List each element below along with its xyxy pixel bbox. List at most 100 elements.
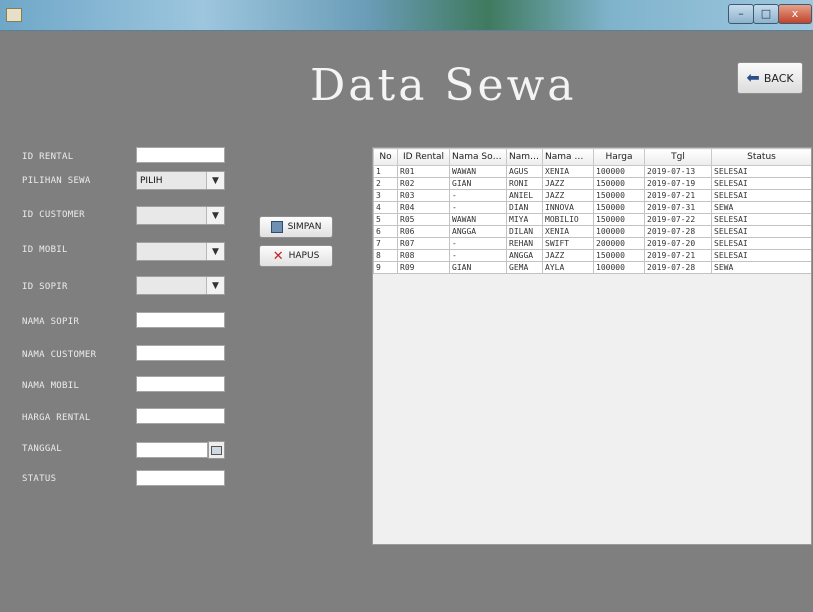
table-cell[interactable]: AYLA	[542, 261, 594, 274]
table-row[interactable]: 3 R03- ANIEL JAZZ 150000 2019-07-21 SELESAI	[373, 189, 811, 202]
table-cell[interactable]: ANGGA	[449, 225, 507, 238]
back-button[interactable]: ⬅ BACK	[737, 62, 803, 94]
column-header[interactable]: Nama Sopir	[449, 148, 507, 166]
table-row[interactable]: 6 R06 ANGGA DILAN XENIA 100000 2019-07-28 SELES…	[373, 225, 811, 238]
table-cell[interactable]: JAZZ	[542, 249, 594, 262]
table-row[interactable]: 2 R02 GIAN RONI JAZZ 150000 2019-07-19 SELESAI	[373, 177, 811, 190]
table-cell[interactable]: R08	[397, 249, 450, 262]
nama-mobil-field[interactable]	[136, 376, 225, 392]
table-cell[interactable]: 2019-07-28	[644, 225, 712, 238]
table-cell[interactable]: 2019-07-13	[644, 165, 712, 178]
table-cell[interactable]: INNOVA	[542, 201, 594, 214]
table-cell[interactable]: 150000	[593, 249, 645, 262]
table-cell[interactable]: SEWA	[711, 201, 811, 214]
table-cell[interactable]: AGUS	[506, 165, 543, 178]
table-cell[interactable]: SEWA	[711, 261, 811, 274]
table-cell[interactable]: SELESAI	[711, 213, 811, 226]
table-cell[interactable]: ANIEL	[506, 189, 543, 202]
table-row[interactable]: 7 R07- REHAN SWIFT 200000 2019-07-20 SELESAI	[373, 237, 811, 250]
column-header[interactable]: Nama ...	[506, 148, 543, 166]
calendar-button[interactable]	[208, 441, 225, 459]
table-cell[interactable]: XENIA	[542, 225, 594, 238]
table-cell[interactable]: 1	[373, 165, 398, 178]
table-cell[interactable]: REHAN	[506, 237, 543, 250]
table-cell[interactable]: WAWAN	[449, 213, 507, 226]
table-cell[interactable]: -	[449, 201, 507, 214]
table-row[interactable]: 9 R09 GIAN GEMA AYLA 100000 2019-07-28 SEWA	[373, 261, 811, 274]
table-row[interactable]: 4 R04- DIAN INNOVA 150000 2019-07-31 SEWA	[373, 201, 811, 214]
table-cell[interactable]: 2019-07-22	[644, 213, 712, 226]
chevron-down-icon[interactable]: ▼	[206, 172, 224, 189]
table-cell[interactable]: SELESAI	[711, 249, 811, 262]
table-cell[interactable]: R02	[397, 177, 450, 190]
table-cell[interactable]: MOBILIO	[542, 213, 594, 226]
table-cell[interactable]: R05	[397, 213, 450, 226]
table-cell[interactable]: 9	[373, 261, 398, 274]
column-header[interactable]: Tgl	[644, 148, 712, 166]
column-header[interactable]: Nama Mobil	[542, 148, 594, 166]
table-cell[interactable]: R04	[397, 201, 450, 214]
table-cell[interactable]: DIAN	[506, 201, 543, 214]
table-cell[interactable]: WAWAN	[449, 165, 507, 178]
table-cell[interactable]: 2019-07-28	[644, 261, 712, 274]
column-header[interactable]: Harga	[593, 148, 645, 166]
simpan-button[interactable]: SIMPAN	[259, 216, 333, 238]
table-cell[interactable]: SELESAI	[711, 237, 811, 250]
table-cell[interactable]: SELESAI	[711, 165, 811, 178]
status-field[interactable]	[136, 470, 225, 486]
id-customer-dropdown[interactable]: ▼	[136, 206, 225, 225]
table-cell[interactable]: 100000	[593, 165, 645, 178]
id-sopir-dropdown[interactable]: ▼	[136, 276, 225, 295]
table-cell[interactable]: GIAN	[449, 261, 507, 274]
minimize-button[interactable]: –	[728, 4, 754, 24]
table-cell[interactable]: 100000	[593, 225, 645, 238]
table-cell[interactable]: MIYA	[506, 213, 543, 226]
table-cell[interactable]: R09	[397, 261, 450, 274]
table-cell[interactable]: SWIFT	[542, 237, 594, 250]
table-cell[interactable]: 5	[373, 213, 398, 226]
table-cell[interactable]: 6	[373, 225, 398, 238]
chevron-down-icon[interactable]: ▼	[206, 277, 224, 294]
table-cell[interactable]: JAZZ	[542, 189, 594, 202]
table-cell[interactable]: 2019-07-20	[644, 237, 712, 250]
table-cell[interactable]: 8	[373, 249, 398, 262]
chevron-down-icon[interactable]: ▼	[206, 243, 224, 260]
table-cell[interactable]: R06	[397, 225, 450, 238]
table-cell[interactable]: R03	[397, 189, 450, 202]
table-cell[interactable]: -	[449, 237, 507, 250]
table-cell[interactable]: GEMA	[506, 261, 543, 274]
table-cell[interactable]: 2019-07-21	[644, 249, 712, 262]
table-cell[interactable]: XENIA	[542, 165, 594, 178]
table-cell[interactable]: 150000	[593, 177, 645, 190]
table-cell[interactable]: SELESAI	[711, 189, 811, 202]
table-cell[interactable]: R01	[397, 165, 450, 178]
pilihan-sewa-dropdown[interactable]: PILIH ▼	[136, 171, 225, 190]
chevron-down-icon[interactable]: ▼	[206, 207, 224, 224]
table-cell[interactable]: R07	[397, 237, 450, 250]
id-mobil-dropdown[interactable]: ▼	[136, 242, 225, 261]
nama-customer-field[interactable]	[136, 345, 225, 361]
column-header[interactable]: No	[373, 148, 398, 166]
table-row[interactable]: 1 R01 WAWAN AGUS XENIA 100000 2019-07-13 SELESA…	[373, 165, 811, 178]
nama-sopir-field[interactable]	[136, 312, 225, 328]
table-cell[interactable]: GIAN	[449, 177, 507, 190]
table-cell[interactable]: 7	[373, 237, 398, 250]
table-cell[interactable]: 2019-07-21	[644, 189, 712, 202]
table-cell[interactable]: 2019-07-31	[644, 201, 712, 214]
rental-table-panel[interactable]: NoID RentalNama SopirNama ...Nama MobilH…	[372, 147, 812, 545]
table-cell[interactable]: JAZZ	[542, 177, 594, 190]
hapus-button[interactable]: ✕ HAPUS	[259, 245, 333, 267]
table-row[interactable]: 5 R05 WAWAN MIYA MOBILIO 150000 2019-07-22 SELE…	[373, 213, 811, 226]
table-cell[interactable]: 4	[373, 201, 398, 214]
table-cell[interactable]: SELESAI	[711, 225, 811, 238]
table-cell[interactable]: RONI	[506, 177, 543, 190]
table-cell[interactable]: SELESAI	[711, 177, 811, 190]
table-cell[interactable]: 150000	[593, 189, 645, 202]
table-cell[interactable]: ANGGA	[506, 249, 543, 262]
table-cell[interactable]: -	[449, 189, 507, 202]
table-cell[interactable]: -	[449, 249, 507, 262]
table-row[interactable]: 8 R08- ANGGA JAZZ 150000 2019-07-21 SELESAI	[373, 249, 811, 262]
column-header[interactable]: ID Rental	[397, 148, 450, 166]
close-button[interactable]: x	[778, 4, 812, 24]
table-cell[interactable]: 200000	[593, 237, 645, 250]
